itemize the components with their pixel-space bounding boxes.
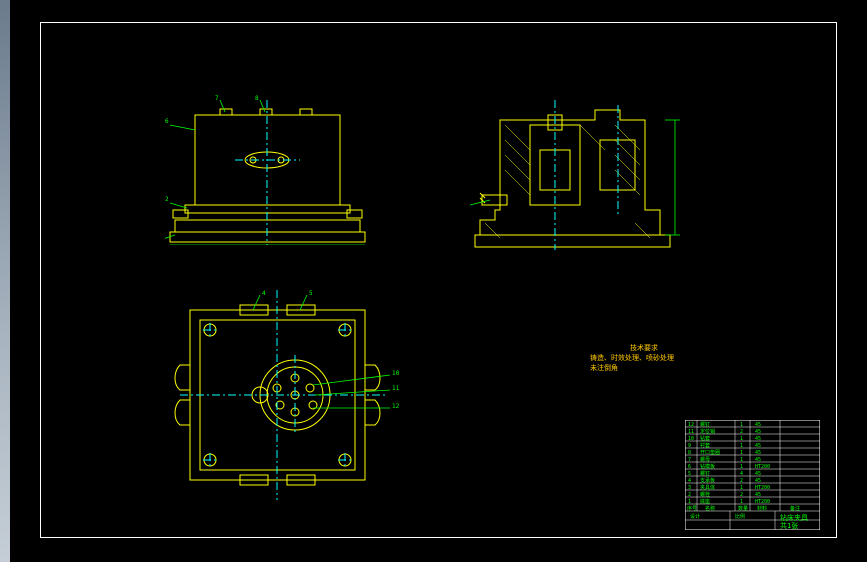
- svg-text:1: 1: [740, 499, 743, 505]
- svg-text:45: 45: [755, 478, 761, 484]
- svg-text:9: 9: [688, 443, 691, 449]
- svg-text:10: 10: [392, 370, 400, 377]
- svg-text:未注倒角: 未注倒角: [590, 363, 618, 372]
- svg-text:螺钉: 螺钉: [700, 470, 710, 477]
- svg-text:技术要求: 技术要求: [630, 343, 658, 352]
- top-view-drawing: 4 5 10 11 12: [165, 290, 415, 500]
- svg-text:共1张: 共1张: [780, 521, 798, 530]
- svg-text:序号: 序号: [687, 505, 697, 512]
- svg-text:材料: 材料: [757, 505, 767, 512]
- svg-text:5: 5: [688, 471, 691, 477]
- svg-text:钻模板: 钻模板: [700, 463, 715, 470]
- svg-text:2: 2: [165, 196, 169, 203]
- svg-text:钻床夹具: 钻床夹具: [780, 513, 808, 522]
- side-section-drawing: 3: [470, 95, 700, 255]
- svg-text:钻套: 钻套: [700, 435, 710, 442]
- svg-text:2: 2: [740, 429, 743, 435]
- svg-text:螺栓: 螺栓: [700, 491, 710, 498]
- cad-canvas[interactable]: 6 7 8 2 1: [10, 0, 867, 562]
- svg-text:11: 11: [392, 385, 400, 392]
- svg-text:1: 1: [740, 436, 743, 442]
- svg-text:8: 8: [688, 450, 691, 456]
- svg-text:HT200: HT200: [755, 485, 770, 491]
- svg-text:6: 6: [688, 464, 691, 470]
- svg-text:4: 4: [262, 290, 266, 297]
- svg-text:HT200: HT200: [755, 464, 770, 470]
- svg-text:45: 45: [755, 443, 761, 449]
- svg-text:45: 45: [755, 457, 761, 463]
- title-block: 12螺钉145 11定位销245 10钻套145 9衬套145 8开口垫圈145…: [685, 420, 820, 530]
- svg-text:4: 4: [688, 478, 691, 484]
- svg-text:1: 1: [740, 457, 743, 463]
- svg-text:4: 4: [740, 471, 743, 477]
- svg-text:7: 7: [215, 95, 219, 102]
- svg-text:名称: 名称: [705, 505, 715, 512]
- svg-text:1: 1: [740, 485, 743, 491]
- svg-text:12: 12: [688, 422, 694, 428]
- svg-text:11: 11: [688, 429, 694, 435]
- svg-text:10: 10: [688, 436, 694, 442]
- svg-text:1: 1: [688, 499, 691, 505]
- svg-text:1: 1: [740, 464, 743, 470]
- svg-text:底座: 底座: [700, 498, 710, 505]
- svg-text:5: 5: [309, 290, 313, 297]
- svg-text:45: 45: [755, 450, 761, 456]
- svg-text:45: 45: [755, 436, 761, 442]
- svg-text:开口垫圈: 开口垫圈: [700, 449, 720, 456]
- svg-text:12: 12: [392, 403, 400, 410]
- svg-text:7: 7: [688, 457, 691, 463]
- spec-notes: 技术要求 铸造、时效处理、喷砂处理 未注倒角: [590, 340, 740, 380]
- svg-text:2: 2: [740, 478, 743, 484]
- svg-text:45: 45: [755, 422, 761, 428]
- svg-text:螺钉: 螺钉: [700, 421, 710, 428]
- svg-text:45: 45: [755, 471, 761, 477]
- svg-text:HT200: HT200: [755, 499, 770, 505]
- svg-text:8: 8: [255, 95, 259, 102]
- svg-text:支承板: 支承板: [700, 477, 715, 484]
- svg-text:3: 3: [688, 485, 691, 491]
- svg-text:6: 6: [165, 118, 169, 125]
- svg-text:2: 2: [688, 492, 691, 498]
- svg-text:45: 45: [755, 429, 761, 435]
- svg-text:45: 45: [755, 492, 761, 498]
- svg-text:1: 1: [740, 450, 743, 456]
- svg-text:衬套: 衬套: [700, 442, 710, 449]
- svg-text:螺母: 螺母: [700, 456, 710, 463]
- svg-text:2: 2: [740, 492, 743, 498]
- svg-text:比例: 比例: [735, 513, 745, 520]
- svg-text:定位销: 定位销: [700, 428, 715, 435]
- front-view-drawing: 6 7 8 2 1: [165, 95, 395, 245]
- svg-text:数量: 数量: [738, 505, 748, 512]
- svg-text:备注: 备注: [790, 505, 800, 512]
- svg-text:铸造、时效处理、喷砂处理: 铸造、时效处理、喷砂处理: [590, 353, 674, 362]
- svg-text:1: 1: [740, 422, 743, 428]
- svg-text:夹具体: 夹具体: [700, 484, 715, 491]
- svg-text:1: 1: [740, 443, 743, 449]
- svg-text:设计: 设计: [690, 513, 700, 520]
